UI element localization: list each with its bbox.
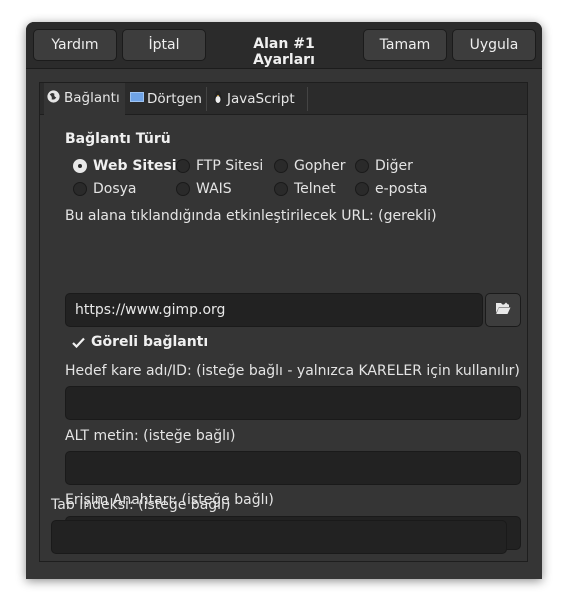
radio-wais[interactable]: WAIS <box>176 181 232 197</box>
tab-rectangle[interactable]: Dörtgen <box>128 83 207 114</box>
settings-notebook: Bağlantı Dörtgen JavaScript Bağlantı Tür… <box>39 82 528 562</box>
link-type-heading: Bağlantı Türü <box>65 131 171 147</box>
url-label: Bu alana tıklandığında etkinleştirilecek… <box>65 208 437 224</box>
radio-indicator <box>176 182 190 196</box>
tab-link-label: Bağlantı <box>64 90 120 106</box>
radio-web-site[interactable]: Web Sitesi <box>73 158 177 174</box>
tab-separator <box>307 87 308 111</box>
rectangle-icon <box>130 91 144 107</box>
tab-index-label: Tab İndeksi: (isteğe bağlı) <box>51 497 231 513</box>
checkmark-icon <box>71 335 85 349</box>
header-bar: Yardım İptal Alan #1 Ayarları Tamam Uygu… <box>26 22 542 69</box>
radio-label: FTP Sitesi <box>196 158 264 174</box>
radio-indicator <box>274 182 288 196</box>
radio-label: WAIS <box>196 181 232 197</box>
radio-indicator <box>73 159 87 173</box>
cancel-button[interactable]: İptal <box>122 29 206 61</box>
tab-link[interactable]: Bağlantı <box>44 83 125 115</box>
area-settings-dialog: Yardım İptal Alan #1 Ayarları Tamam Uygu… <box>26 22 542 579</box>
radio-indicator <box>176 159 190 173</box>
radio-email[interactable]: e-posta <box>355 181 427 197</box>
tab-javascript-label: JavaScript <box>227 90 295 107</box>
radio-telnet[interactable]: Telnet <box>274 181 336 197</box>
radio-indicator <box>274 159 288 173</box>
target-frame-input[interactable] <box>65 386 521 420</box>
browse-file-button[interactable] <box>485 293 521 327</box>
relative-link-label: Göreli bağlantı <box>91 334 209 350</box>
globe-icon <box>46 89 61 108</box>
radio-label: Web Sitesi <box>93 158 177 174</box>
tab-javascript[interactable]: JavaScript <box>210 83 308 114</box>
radio-label: e-posta <box>375 181 428 197</box>
tab-separator <box>206 87 207 111</box>
radio-indicator <box>355 159 369 173</box>
radio-label: Telnet <box>294 181 336 197</box>
target-frame-label: Hedef kare adı/ID: (isteğe bağlı - yalnı… <box>65 363 520 379</box>
radio-gopher[interactable]: Gopher <box>274 158 346 174</box>
dialog-title: Alan #1 Ayarları <box>253 36 315 68</box>
relative-link-checkbox[interactable]: Göreli bağlantı <box>71 334 208 350</box>
alt-text-label: ALT metin: (isteğe bağlı) <box>65 428 236 444</box>
url-input[interactable]: https://www.gimp.org <box>65 293 483 327</box>
tab-index-input[interactable] <box>51 520 507 554</box>
ok-button[interactable]: Tamam <box>363 29 447 61</box>
tab-rectangle-label: Dörtgen <box>147 90 202 107</box>
radio-label: Gopher <box>294 158 346 174</box>
radio-indicator <box>73 182 87 196</box>
open-file-icon <box>495 301 511 319</box>
radio-indicator <box>355 182 369 196</box>
javascript-icon <box>212 90 224 108</box>
radio-label: Diğer <box>375 158 413 174</box>
radio-ftp-site[interactable]: FTP Sitesi <box>176 158 263 174</box>
apply-button[interactable]: Uygula <box>452 29 536 61</box>
radio-label: Dosya <box>93 181 137 197</box>
alt-text-input[interactable] <box>65 451 521 485</box>
help-button[interactable]: Yardım <box>33 29 117 61</box>
radio-file[interactable]: Dosya <box>73 181 137 197</box>
radio-other[interactable]: Diğer <box>355 158 413 174</box>
tab-bar: Bağlantı Dörtgen JavaScript <box>40 83 527 115</box>
